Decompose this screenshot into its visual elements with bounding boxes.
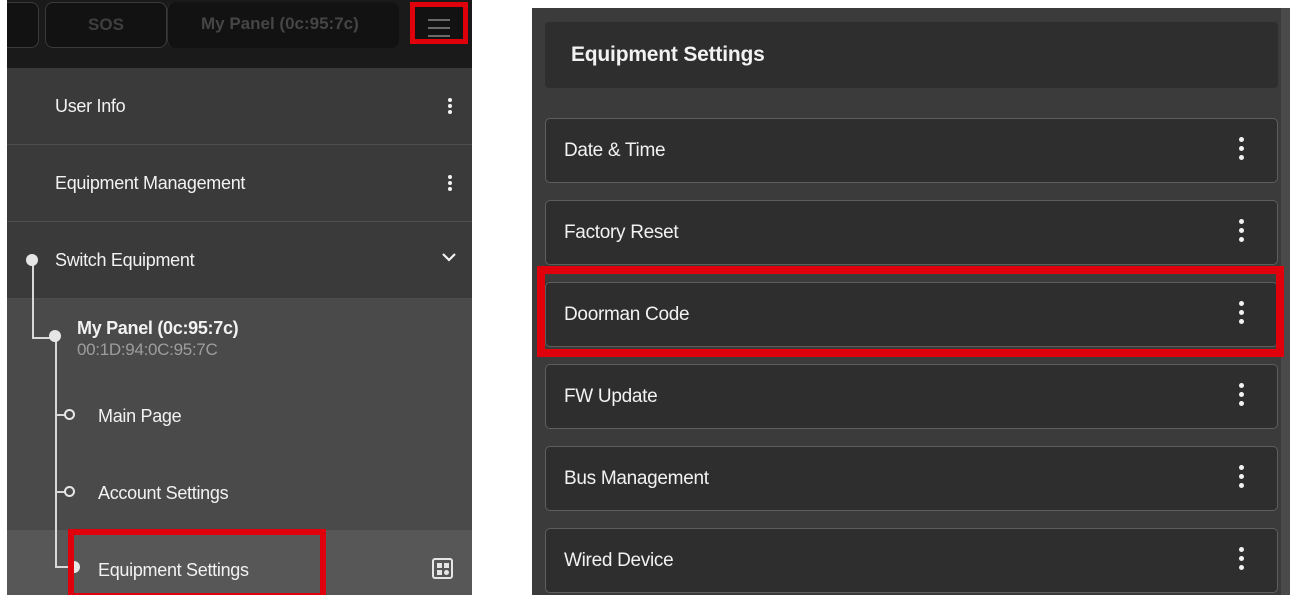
- page-title: Equipment Settings: [571, 43, 765, 66]
- menu-item-user-info[interactable]: User Info: [7, 68, 472, 145]
- menu-item-switch-equipment[interactable]: Switch Equipment: [7, 222, 472, 299]
- navigation-drawer: SOS My Panel (0c:95:7c) User Info Equipm…: [7, 0, 472, 595]
- highlight-box-equipment-settings: [68, 529, 326, 595]
- panel-selector[interactable]: My Panel (0c:95:7c): [167, 2, 399, 48]
- sos-button[interactable]: SOS: [45, 2, 167, 48]
- menu-item-label: User Info: [55, 96, 126, 116]
- setting-item-label: Date & Time: [564, 140, 666, 161]
- grid-settings-icon[interactable]: [432, 558, 453, 579]
- setting-item-label: Wired Device: [564, 550, 674, 571]
- tree-line: [55, 337, 57, 567]
- setting-item-label: FW Update: [564, 386, 658, 407]
- menu-item-label: Switch Equipment: [55, 250, 195, 270]
- sub-item-main-page[interactable]: Main Page: [98, 406, 182, 427]
- highlight-box-doorman-code: [537, 266, 1284, 357]
- device-name[interactable]: My Panel (0c:95:7c): [77, 318, 239, 339]
- setting-item-factory-reset[interactable]: Factory Reset: [545, 200, 1278, 265]
- kebab-icon[interactable]: [1238, 547, 1244, 574]
- setting-item-label: Factory Reset: [564, 222, 679, 243]
- kebab-icon[interactable]: [1238, 137, 1244, 164]
- tree-line: [32, 260, 34, 338]
- menu-item-equipment-management[interactable]: Equipment Management: [7, 145, 472, 222]
- kebab-icon[interactable]: [447, 98, 453, 116]
- tree-node-circle: [64, 409, 75, 420]
- kebab-icon[interactable]: [1238, 219, 1244, 246]
- setting-item-bus-management[interactable]: Bus Management: [545, 446, 1278, 511]
- sub-item-account-settings[interactable]: Account Settings: [98, 483, 229, 504]
- panel-header: Equipment Settings: [545, 22, 1278, 88]
- setting-item-wired-device[interactable]: Wired Device: [545, 528, 1278, 593]
- tree-node-dot: [26, 254, 38, 266]
- kebab-icon[interactable]: [447, 175, 453, 193]
- kebab-icon[interactable]: [1238, 465, 1244, 492]
- menu-item-label: Equipment Management: [55, 173, 246, 193]
- device-mac-address: 00:1D:94:0C:95:7C: [77, 340, 218, 359]
- tree-node-circle: [64, 486, 75, 497]
- hamburger-icon[interactable]: [410, 2, 468, 44]
- chevron-down-icon[interactable]: [442, 250, 456, 264]
- setting-item-label: Bus Management: [564, 468, 709, 489]
- setting-item-date-time[interactable]: Date & Time: [545, 118, 1278, 183]
- tree-node-dot: [49, 330, 61, 342]
- top-bar: SOS My Panel (0c:95:7c): [7, 0, 472, 68]
- back-tab[interactable]: [7, 2, 39, 48]
- setting-item-fw-update[interactable]: FW Update: [545, 364, 1278, 429]
- kebab-icon[interactable]: [1238, 383, 1244, 410]
